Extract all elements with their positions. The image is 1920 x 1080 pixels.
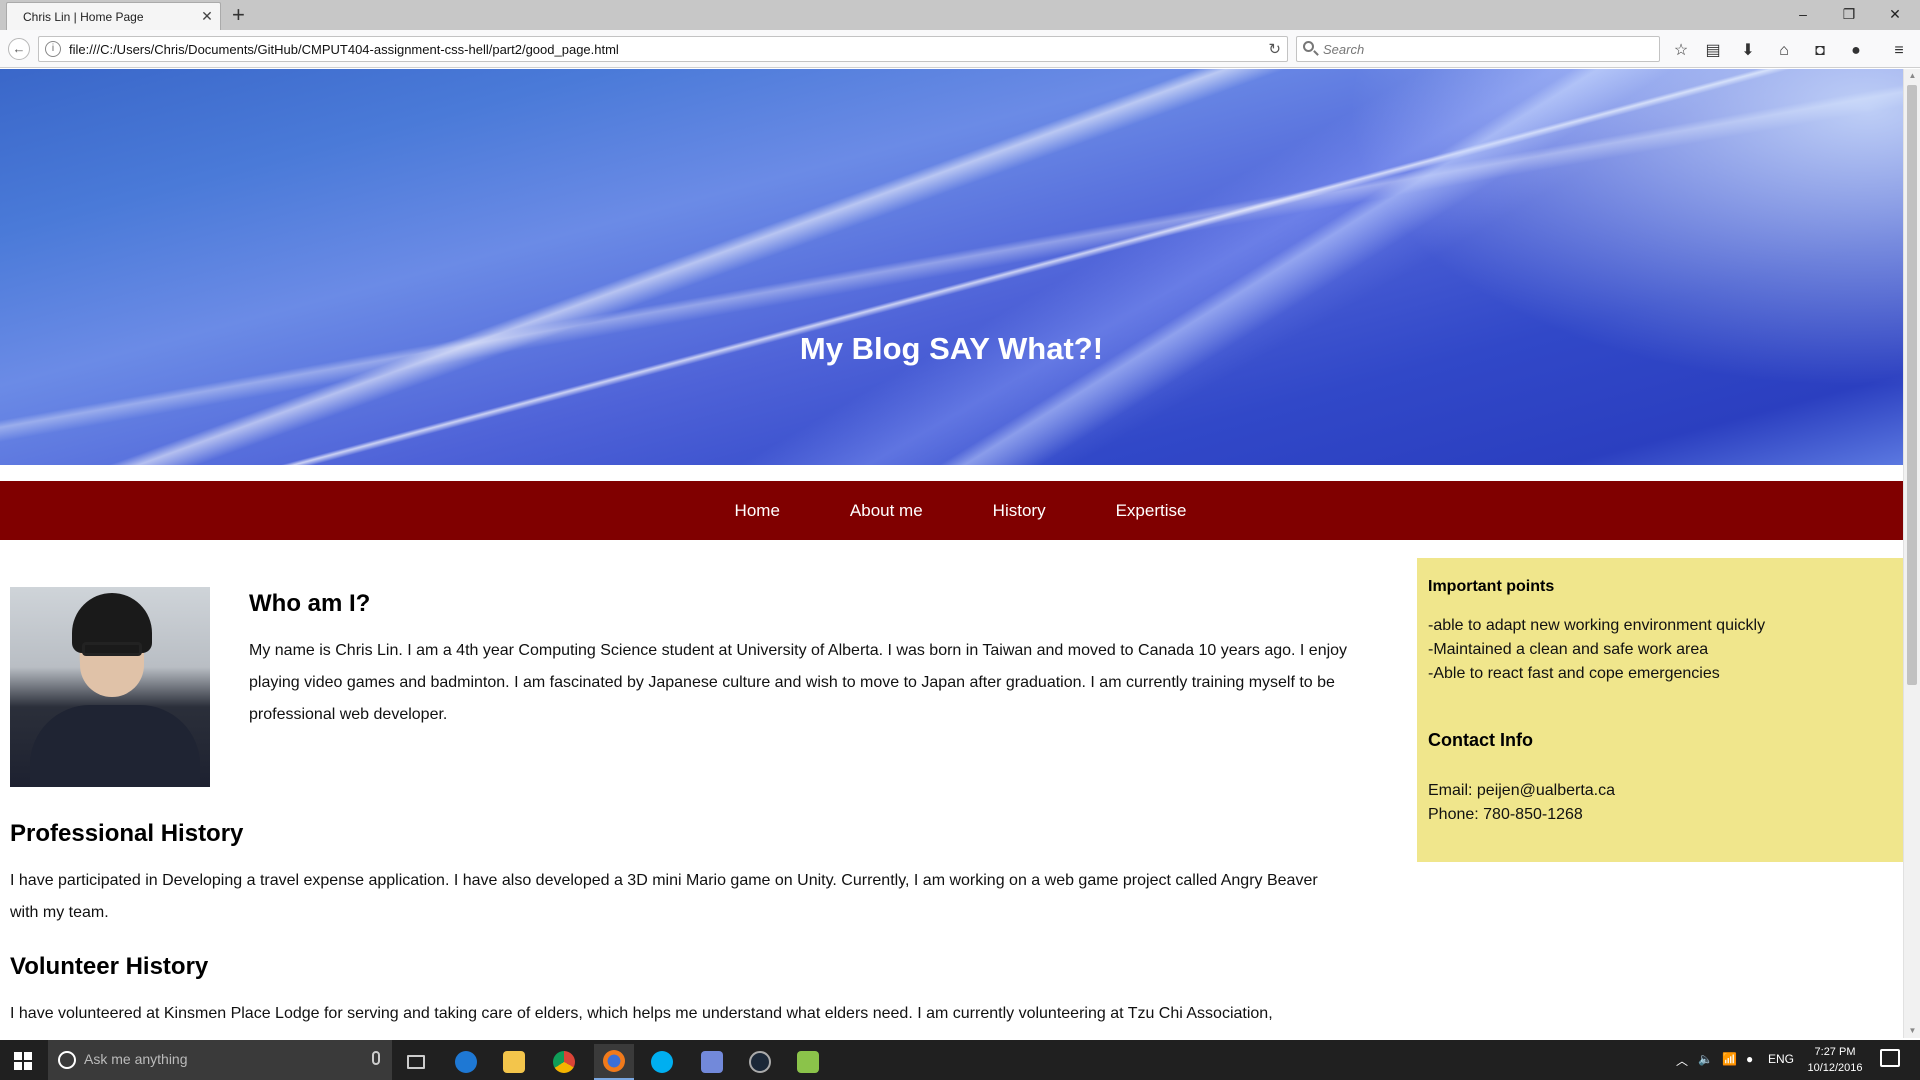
tray-chevron-icon[interactable]: ︿ bbox=[1676, 1052, 1688, 1069]
back-icon[interactable]: ← bbox=[8, 38, 30, 60]
volunteer-history-heading: Volunteer History bbox=[10, 953, 209, 980]
menu-item-about-me[interactable]: About me bbox=[850, 501, 923, 521]
who-am-i-text: My name is Chris Lin. I am a 4th year Co… bbox=[249, 642, 1348, 723]
task-view-icon[interactable] bbox=[396, 1044, 436, 1080]
menu-icon[interactable]: ≡ bbox=[1888, 40, 1910, 62]
info-icon[interactable]: i bbox=[45, 41, 61, 57]
search-input[interactable]: Search bbox=[1296, 36, 1660, 62]
home-icon[interactable]: ⌂ bbox=[1773, 40, 1795, 62]
volume-icon[interactable]: 🔈 bbox=[1698, 1052, 1713, 1066]
page-scrollbar[interactable]: ▲ ▼ bbox=[1903, 69, 1920, 1038]
clock-time: 7:27 PM bbox=[1814, 1046, 1856, 1058]
windows-start-icon[interactable] bbox=[0, 1040, 48, 1080]
professional-history-text: I have participated in Developing a trav… bbox=[10, 872, 1318, 921]
cortana-search-box[interactable]: Ask me anything bbox=[48, 1040, 392, 1080]
notepad-icon[interactable] bbox=[788, 1044, 828, 1080]
start-tile bbox=[24, 1062, 32, 1070]
language-indicator[interactable]: ENG bbox=[1768, 1052, 1794, 1066]
minimize-icon[interactable]: – bbox=[1780, 0, 1826, 30]
download-icon[interactable]: ⬇ bbox=[1737, 40, 1759, 62]
address-bar[interactable]: i file:///C:/Users/Chris/Documents/GitHu… bbox=[38, 36, 1288, 62]
contact-phone: Phone: 780-850-1268 bbox=[1428, 806, 1583, 823]
profile-photo bbox=[10, 587, 210, 787]
start-tile bbox=[24, 1052, 32, 1060]
window-close-icon[interactable]: ✕ bbox=[1872, 0, 1918, 30]
url-text: file:///C:/Users/Chris/Documents/GitHub/… bbox=[69, 42, 619, 57]
discord-icon[interactable] bbox=[692, 1044, 732, 1080]
start-tile bbox=[14, 1062, 22, 1070]
list-item: -Maintained a clean and safe work area bbox=[1428, 641, 1709, 658]
reload-icon[interactable]: ↻ bbox=[1268, 40, 1281, 58]
chrome-icon[interactable] bbox=[544, 1044, 584, 1080]
start-tile bbox=[14, 1052, 22, 1060]
sidebar: Important points -able to adapt new work… bbox=[1417, 558, 1903, 862]
file-explorer-icon[interactable] bbox=[494, 1044, 534, 1080]
important-points-heading: Important points bbox=[1428, 578, 1555, 595]
network-icon[interactable]: 📶 bbox=[1722, 1052, 1737, 1066]
professional-history-heading: Professional History bbox=[10, 820, 244, 847]
menu-item-home[interactable]: Home bbox=[735, 501, 780, 521]
list-item: -able to adapt new working environment q… bbox=[1428, 617, 1766, 634]
header-banner: My Blog SAY What?! bbox=[0, 69, 1903, 465]
contact-info-heading: Contact Info bbox=[1428, 730, 1533, 750]
notification-icon[interactable] bbox=[1880, 1049, 1900, 1067]
tab-bar: Chris Lin | Home Page ✕ + – ❐ ✕ bbox=[0, 0, 1920, 30]
photo-glasses bbox=[82, 642, 142, 656]
firefox-icon[interactable] bbox=[594, 1044, 634, 1080]
photo-body bbox=[30, 705, 200, 787]
cortana-icon bbox=[58, 1051, 76, 1069]
taskbar: Ask me anything ︿ 🔈 📶 ● ENG 7:27 PM 10/1… bbox=[0, 1040, 1920, 1080]
tab-title: Chris Lin | Home Page bbox=[23, 9, 144, 24]
pocket-icon[interactable]: ◘ bbox=[1809, 40, 1831, 62]
menu-item-expertise[interactable]: Expertise bbox=[1116, 501, 1187, 521]
restore-icon[interactable]: ❐ bbox=[1826, 0, 1872, 30]
bookmark-star-icon[interactable]: ☆ bbox=[1670, 40, 1692, 62]
clock-date: 10/12/2016 bbox=[1807, 1062, 1863, 1074]
main-menu: Home About me History Expertise bbox=[0, 481, 1903, 540]
close-tab-icon[interactable]: ✕ bbox=[200, 9, 214, 23]
important-points-list: -able to adapt new working environment q… bbox=[1428, 614, 1892, 686]
tray-app-icon[interactable]: ● bbox=[1746, 1052, 1753, 1066]
scroll-up-icon[interactable]: ▲ bbox=[1904, 69, 1920, 83]
microphone-icon[interactable] bbox=[372, 1051, 380, 1065]
new-tab-icon[interactable]: + bbox=[232, 3, 245, 27]
skype-icon[interactable] bbox=[642, 1044, 682, 1080]
sync-icon[interactable]: ● bbox=[1845, 40, 1867, 62]
navigation-toolbar: ← i file:///C:/Users/Chris/Documents/Git… bbox=[0, 30, 1920, 68]
steam-icon[interactable] bbox=[740, 1044, 780, 1080]
contact-email: Email: peijen@ualberta.ca bbox=[1428, 782, 1616, 799]
browser-tab[interactable]: Chris Lin | Home Page ✕ bbox=[6, 2, 221, 30]
reading-list-icon[interactable]: ▤ bbox=[1702, 40, 1724, 62]
edge-icon[interactable] bbox=[446, 1044, 486, 1080]
list-item: -Able to react fast and cope emergencies bbox=[1428, 665, 1720, 682]
banner-glow bbox=[1203, 69, 1903, 465]
system-clock[interactable]: 7:27 PM 10/12/2016 bbox=[1800, 1044, 1870, 1076]
volunteer-history-text: I have volunteered at Kinsmen Place Lodg… bbox=[10, 1005, 1273, 1022]
who-am-i-heading: Who am I? bbox=[249, 590, 371, 617]
contact-info: Email: peijen@ualberta.ca Phone: 780-850… bbox=[1428, 779, 1892, 827]
page-title: My Blog SAY What?! bbox=[799, 331, 1104, 366]
page-viewport: My Blog SAY What?! Home About me History… bbox=[0, 69, 1903, 1038]
scroll-down-icon[interactable]: ▼ bbox=[1904, 1024, 1920, 1038]
search-icon bbox=[1303, 41, 1314, 52]
search-placeholder: Search bbox=[1323, 42, 1365, 57]
scroll-thumb[interactable] bbox=[1907, 85, 1917, 685]
menu-item-history[interactable]: History bbox=[993, 501, 1046, 521]
cortana-placeholder: Ask me anything bbox=[84, 1051, 188, 1067]
